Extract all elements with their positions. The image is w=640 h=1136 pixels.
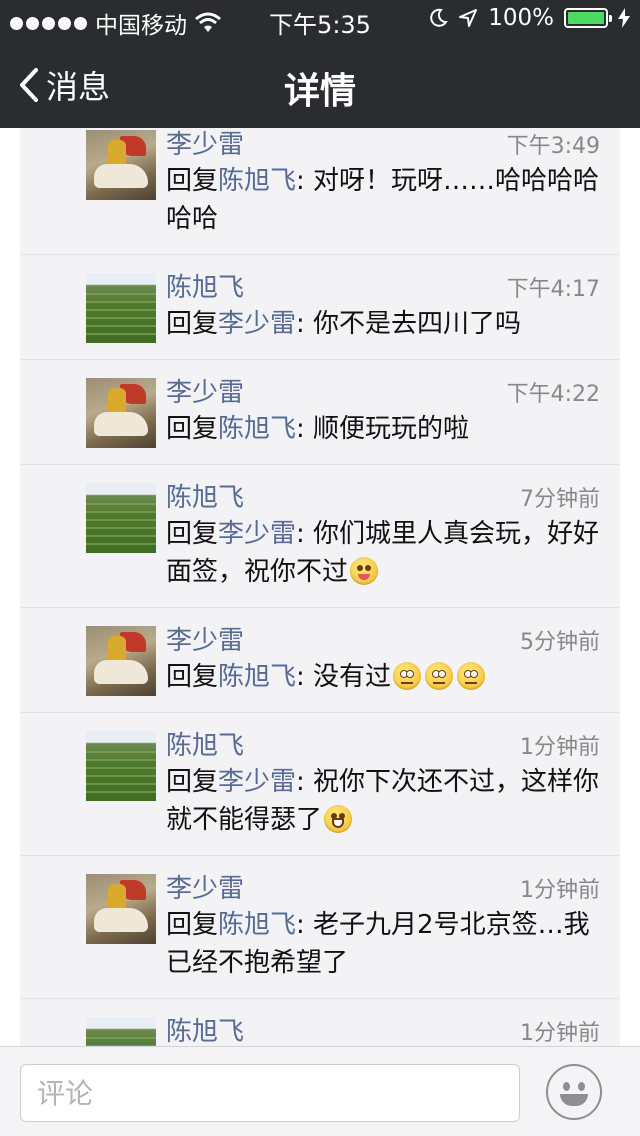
green-field-avatar[interactable] (86, 731, 156, 801)
commenter-name[interactable]: 李少雷 (166, 868, 244, 905)
reply-target-name[interactable]: 李少雷 (218, 309, 296, 339)
top-bar: 中国移动 下午5:35 100% 消息 详情 (0, 0, 640, 128)
comment-input-bar (0, 1046, 640, 1136)
comment-time: 下午4:22 (506, 382, 600, 407)
reply-word: 回复 (166, 910, 219, 940)
reply-target-name[interactable]: 陈旭飞 (218, 414, 296, 444)
napoleon-horse-avatar[interactable] (86, 130, 156, 200)
comment-body: 回复陈旭飞: 没有过 (166, 658, 600, 696)
page-title: 详情 (283, 71, 356, 112)
status-right: 100% (428, 5, 630, 31)
green-field-avatar[interactable] (86, 273, 156, 343)
charging-bolt-icon (618, 8, 630, 28)
comment-time: 5分钟前 (520, 630, 600, 655)
comment-time: 下午3:49 (506, 134, 600, 159)
comment-header: 李少雷 5分钟前 (166, 620, 600, 657)
reply-target-name[interactable]: 李少雷 (218, 519, 296, 549)
commenter-name[interactable]: 陈旭飞 (166, 267, 244, 304)
reply-word: 回复 (166, 662, 219, 692)
reply-target-name[interactable]: 陈旭飞 (218, 910, 296, 940)
napoleon-horse-avatar[interactable] (86, 626, 156, 696)
commenter-name[interactable]: 李少雷 (166, 620, 244, 657)
comment-time: 7分钟前 (520, 487, 600, 512)
reply-word: 回复 (166, 166, 219, 196)
comment-body: 回复陈旭飞: 老子九月2号北京签…我已经不抱希望了 (166, 906, 600, 982)
location-arrow-icon (459, 9, 478, 27)
comment-header: 李少雷 1分钟前 (166, 868, 600, 905)
comment-text: : 没有过 (296, 662, 392, 692)
comment-body: 回复陈旭飞: 顺便玩玩的啦 (166, 410, 600, 448)
comment-body: 回复李少雷: 你不是去四川了吗 (166, 305, 600, 343)
comment-header: 陈旭飞 1分钟前 (166, 725, 600, 762)
reply-word: 回复 (166, 414, 219, 444)
napoleon-horse-avatar[interactable] (86, 378, 156, 448)
grin-emoji (324, 805, 353, 833)
comment-item[interactable]: 李少雷 下午3:49 回复陈旭飞: 对呀！玩呀……哈哈哈哈哈哈 (20, 128, 620, 255)
napoleon-horse-avatar[interactable] (86, 874, 156, 944)
comment-body: 回复李少雷: 你们城里人真会玩，好好面签，祝你不过 (166, 515, 600, 591)
comment-item[interactable]: 陈旭飞 1分钟前回复李少雷: 祝你下次还不过，这样你就不能得瑟了 (20, 713, 620, 856)
reply-target-name[interactable]: 李少雷 (218, 767, 296, 797)
comment-item[interactable]: 陈旭飞1分钟前回复李少雷: 这我就放心了 (20, 999, 620, 1046)
comment-time: 1分钟前 (520, 878, 600, 903)
moon-icon (430, 8, 449, 27)
commenter-name[interactable]: 陈旭飞 (166, 725, 244, 762)
comment-text: : 你不是去四川了吗 (296, 309, 522, 339)
comment-header: 陈旭飞 1分钟前 (166, 1011, 600, 1046)
comment-item[interactable]: 李少雷 下午4:22 回复陈旭飞: 顺便玩玩的啦 (20, 360, 620, 465)
commenter-name[interactable]: 陈旭飞 (166, 1011, 244, 1046)
comment-time: 1分钟前 (520, 735, 600, 760)
comment-body: 回复陈旭飞: 对呀！玩呀……哈哈哈哈哈哈 (166, 162, 600, 238)
battery-icon (564, 8, 612, 28)
comments-scroll-area[interactable]: 李少雷 下午3:49 回复陈旭飞: 对呀！玩呀……哈哈哈哈哈哈 陈旭飞 下午4:17 回复… (0, 128, 640, 1046)
tongue-emoji (350, 557, 379, 585)
reply-word: 回复 (166, 767, 219, 797)
comment-text: : 顺便玩玩的啦 (296, 414, 470, 444)
comment-item[interactable]: 陈旭飞 7分钟前回复李少雷: 你们城里人真会玩，好好面签，祝你不过 (20, 465, 620, 608)
reply-target-name[interactable]: 陈旭飞 (218, 166, 296, 196)
commenter-name[interactable]: 李少雷 (166, 372, 244, 409)
battery-level (568, 12, 604, 24)
green-field-avatar[interactable] (86, 483, 156, 553)
comment-header: 李少雷 下午4:22 (166, 372, 600, 409)
comment-list: 李少雷 下午3:49 回复陈旭飞: 对呀！玩呀……哈哈哈哈哈哈 陈旭飞 下午4:17 回复… (20, 128, 620, 1046)
comment-time: 1分钟前 (520, 1021, 600, 1046)
commenter-name[interactable]: 李少雷 (166, 128, 244, 161)
comment-body: 回复李少雷: 祝你下次还不过，这样你就不能得瑟了 (166, 763, 600, 839)
comment-item[interactable]: 李少雷 1分钟前回复陈旭飞: 老子九月2号北京签…我已经不抱希望了 (20, 856, 620, 999)
comment-item[interactable]: 李少雷 5分钟前回复陈旭飞: 没有过 (20, 608, 620, 713)
embarrassed-emoji (393, 662, 422, 690)
nav-bar: 消息 详情 (0, 40, 640, 128)
comment-input[interactable] (20, 1064, 520, 1122)
commenter-name[interactable]: 陈旭飞 (166, 477, 244, 514)
embarrassed-emoji (457, 662, 486, 690)
reply-word: 回复 (166, 309, 219, 339)
comment-header: 陈旭飞 下午4:17 (166, 267, 600, 304)
reply-word: 回复 (166, 519, 219, 549)
battery-percent: 100% (488, 5, 554, 31)
green-field-avatar[interactable] (86, 1017, 156, 1046)
comment-item[interactable]: 陈旭飞 下午4:17 回复李少雷: 你不是去四川了吗 (20, 255, 620, 360)
comment-time: 下午4:17 (506, 277, 600, 302)
comment-header: 陈旭飞 7分钟前 (166, 477, 600, 514)
status-bar: 中国移动 下午5:35 100% (0, 0, 640, 40)
emoji-button[interactable] (546, 1064, 602, 1120)
embarrassed-emoji (425, 662, 454, 690)
comment-header: 李少雷 下午3:49 (166, 128, 600, 161)
app-root: 中国移动 下午5:35 100% 消息 详情 李少雷 下午3:49 回复陈旭飞:… (0, 0, 640, 1136)
reply-target-name[interactable]: 陈旭飞 (218, 662, 296, 692)
